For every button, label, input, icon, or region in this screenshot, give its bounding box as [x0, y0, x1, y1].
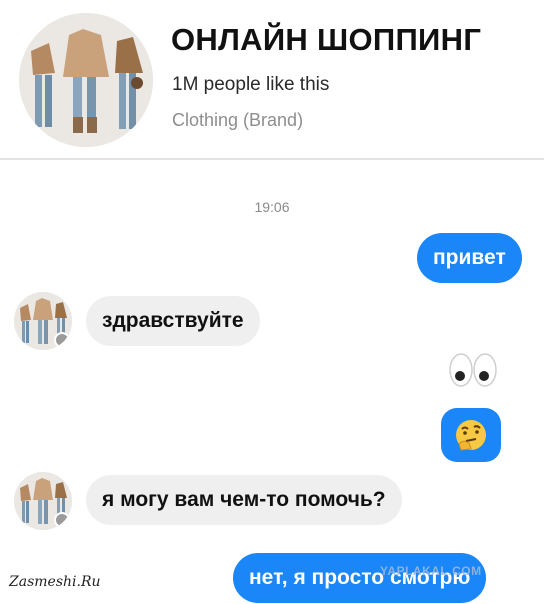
- page-avatar[interactable]: [19, 13, 153, 147]
- page-category: Clothing (Brand): [172, 110, 304, 130]
- clothing-collage-icon: [19, 13, 153, 147]
- watermark-zasmeshi: Zasmeshi.Ru: [9, 574, 101, 590]
- messenger-badge-icon: [54, 512, 70, 528]
- thinking-face-icon: [456, 420, 486, 451]
- message-timestamp: 19:06: [254, 199, 290, 215]
- watermark-yaplakal: YAPLAKAL.COM: [380, 564, 482, 578]
- outgoing-message-bubble[interactable]: нет, я просто смотрю: [233, 553, 487, 603]
- incoming-message-bubble[interactable]: я могу вам чем-то помочь?: [86, 475, 402, 525]
- eyes-emoji[interactable]: [448, 352, 498, 388]
- outgoing-emoji-bubble[interactable]: [441, 408, 501, 462]
- likes-count: 1M people like this: [172, 74, 330, 95]
- incoming-message-bubble[interactable]: здравствуйте: [86, 296, 260, 346]
- header-divider: [0, 158, 544, 160]
- page-header: ОНЛАЙН ШОППИНГ 1M people like this Cloth…: [0, 0, 544, 158]
- messenger-badge-icon: [54, 332, 70, 348]
- outgoing-message-bubble[interactable]: привет: [417, 233, 522, 283]
- page-title: ОНЛАЙН ШОППИНГ: [171, 22, 482, 57]
- sender-avatar[interactable]: [14, 472, 72, 530]
- sender-avatar[interactable]: [14, 292, 72, 350]
- eyes-icon: [449, 353, 497, 387]
